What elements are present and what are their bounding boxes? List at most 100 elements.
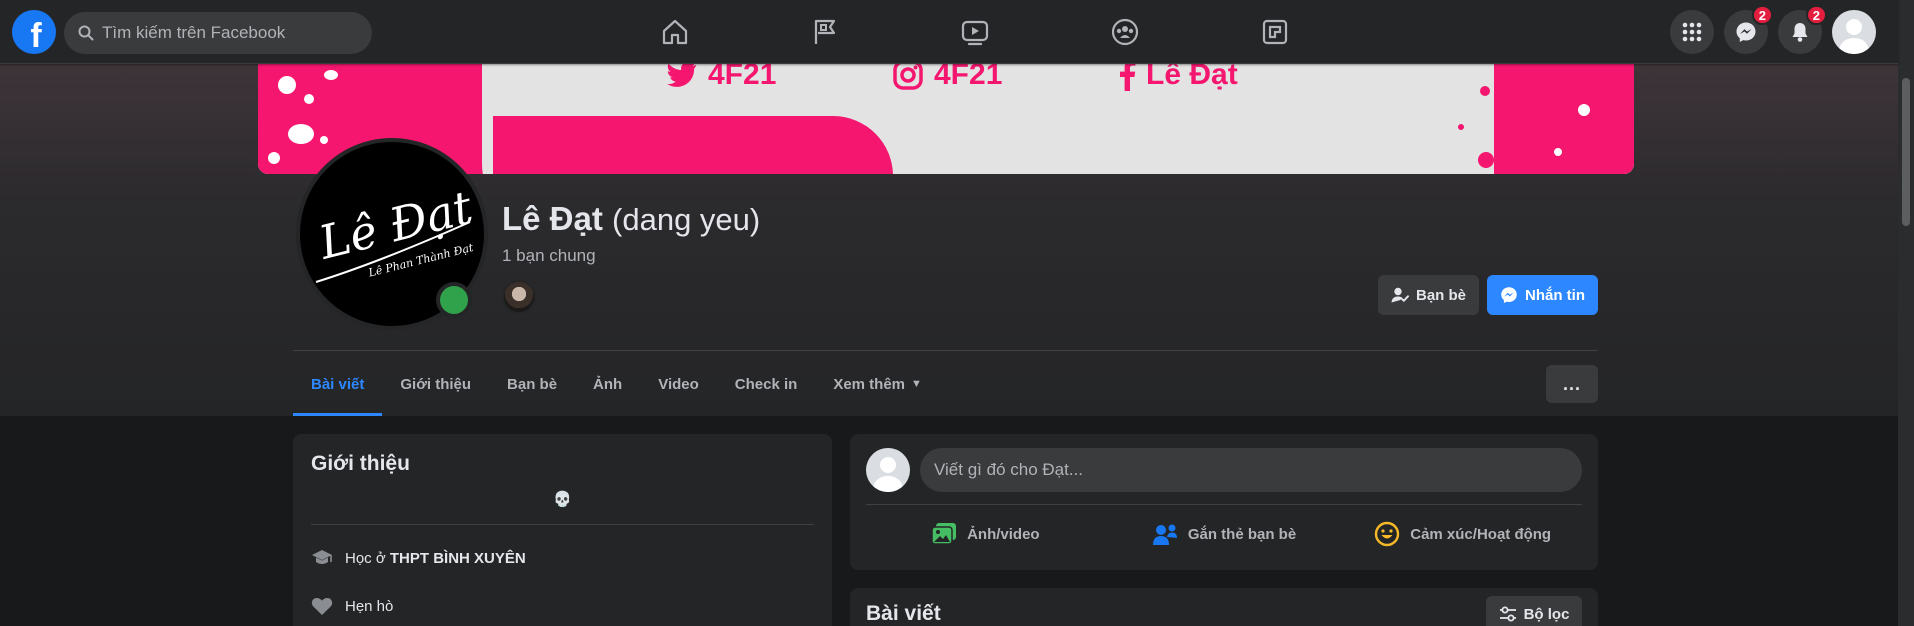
- intro-relationship-row: Hẹn hò: [311, 596, 393, 616]
- notifications-badge: 2: [1805, 5, 1827, 25]
- facebook-f-icon: [1120, 64, 1136, 91]
- intro-card: Giới thiệu 💀 Học ở THPT BÌNH XUYÊN Hẹn h…: [293, 434, 832, 626]
- tab-label: Giới thiệu: [400, 375, 472, 393]
- tab-videos[interactable]: Video: [640, 352, 717, 416]
- cover-pink-right-area: [1494, 64, 1634, 174]
- education-prefix: Học ở: [345, 549, 390, 567]
- composer-input[interactable]: [920, 448, 1582, 492]
- header-divider: [293, 350, 1598, 351]
- cover-instagram-handle: 4F21: [934, 64, 1003, 91]
- tab-label: Ảnh: [593, 375, 623, 393]
- watch-video-icon: [961, 20, 989, 46]
- nav-tab-watch[interactable]: [900, 0, 1050, 64]
- filter-sliders-icon: [1499, 606, 1516, 622]
- posts-title: Bài viết: [866, 602, 941, 625]
- pages-flag-icon: [814, 19, 836, 44]
- cover-pink-blob: [493, 116, 893, 174]
- school-name[interactable]: THPT BÌNH XUYÊN: [390, 550, 526, 567]
- friends-button-label: Bạn bè: [1416, 286, 1467, 304]
- tab-see-more[interactable]: Xem thêm ▼: [815, 352, 940, 416]
- message-button[interactable]: Nhắn tin: [1487, 275, 1598, 315]
- tag-friends-label: Gắn thẻ bạn bè: [1187, 525, 1297, 543]
- facebook-logo[interactable]: f: [12, 10, 56, 55]
- tag-friends-button[interactable]: Gắn thẻ bạn bè: [1105, 512, 1344, 556]
- messenger-icon: [1501, 287, 1517, 304]
- tab-label: Check in: [734, 375, 798, 393]
- account-avatar[interactable]: [1832, 10, 1876, 54]
- search-box[interactable]: [64, 12, 372, 54]
- tab-label: Xem thêm: [833, 375, 906, 393]
- smiley-icon: [1375, 521, 1400, 547]
- nav-tab-groups[interactable]: [1050, 0, 1200, 64]
- gaming-icon: [1262, 19, 1288, 45]
- cover-facebook-name: Lê Đạt: [1146, 64, 1238, 91]
- cover-splat: [278, 76, 296, 94]
- photo-video-button[interactable]: Ảnh/video: [866, 512, 1105, 556]
- nav-tab-gaming[interactable]: [1200, 0, 1350, 64]
- online-status-indicator: [436, 282, 472, 318]
- cover-splat: [1480, 86, 1490, 96]
- feeling-activity-button[interactable]: Cảm xúc/Hoạt động: [1343, 512, 1582, 556]
- cover-photo[interactable]: 4F21 4F21 Lê Đạt: [258, 64, 1634, 174]
- caret-down-icon: ▼: [911, 378, 922, 390]
- tab-label: Video: [658, 375, 699, 393]
- default-user-icon: [872, 457, 904, 492]
- heart-icon: [311, 597, 333, 615]
- intro-bio: 💀: [553, 491, 572, 508]
- graduation-cap-icon: [312, 550, 332, 564]
- posts-card: Bài viết Bộ lọc: [850, 588, 1598, 626]
- mutual-friend-avatar[interactable]: [502, 280, 536, 314]
- tab-about[interactable]: Giới thiệu: [382, 352, 489, 416]
- composer-actions: Ảnh/video Gắn thẻ bạn bè Cảm xúc/Hoạt độ…: [866, 512, 1582, 556]
- intro-divider: [311, 524, 814, 525]
- filter-button[interactable]: Bộ lọc: [1486, 596, 1582, 626]
- cover-splat: [304, 94, 314, 104]
- intro-education-row: Học ở THPT BÌNH XUYÊN: [311, 548, 526, 568]
- instagram-icon: [893, 64, 923, 90]
- scrollbar-thumb[interactable]: [1902, 78, 1910, 226]
- filter-label: Bộ lọc: [1523, 605, 1570, 623]
- menu-button[interactable]: [1670, 10, 1714, 54]
- cover-twitter-handle: 4F21: [708, 64, 777, 91]
- nav-tab-home[interactable]: [600, 0, 750, 64]
- home-icon: [662, 19, 688, 45]
- composer-avatar[interactable]: [866, 448, 910, 492]
- search-icon: [78, 25, 94, 41]
- composer-divider: [866, 504, 1582, 505]
- messenger-button[interactable]: 2: [1724, 5, 1773, 54]
- photo-icon: [931, 523, 957, 545]
- tab-photos[interactable]: Ảnh: [575, 352, 640, 416]
- mutual-friends-link[interactable]: 1 bạn chung: [502, 246, 596, 266]
- messenger-badge: 2: [1751, 5, 1773, 25]
- friend-check-icon: [1391, 287, 1409, 303]
- cover-splat: [1578, 104, 1590, 116]
- more-options-button[interactable]: ...: [1546, 365, 1598, 403]
- notifications-button[interactable]: 2: [1778, 5, 1827, 54]
- tab-label: Bài viết: [311, 375, 365, 393]
- cover-splat: [1458, 124, 1464, 130]
- main-nav-tabs: [600, 0, 1350, 64]
- profile-display-name: Lê Đạt: [502, 200, 603, 237]
- cover-facebook-item: Lê Đạt: [1118, 64, 1238, 92]
- tab-check-ins[interactable]: Check in: [717, 352, 816, 416]
- default-user-icon: [1838, 19, 1870, 54]
- bell-icon: [1792, 23, 1808, 42]
- messenger-icon: [1736, 22, 1756, 42]
- twitter-icon: [667, 64, 696, 87]
- post-composer: Ảnh/video Gắn thẻ bạn bè Cảm xúc/Hoạt độ…: [850, 434, 1598, 570]
- nav-tab-pages[interactable]: [750, 0, 900, 64]
- page-scrollbar[interactable]: [1898, 0, 1914, 626]
- tab-posts[interactable]: Bài viết: [293, 352, 383, 416]
- search-input[interactable]: [102, 23, 352, 43]
- tab-friends[interactable]: Bạn bè: [489, 352, 575, 416]
- friends-button[interactable]: Bạn bè: [1378, 275, 1479, 315]
- nav-right-actions: 2 2: [1670, 5, 1876, 54]
- cover-splat: [1478, 152, 1494, 168]
- cover-splat: [268, 152, 280, 164]
- cover-splat: [320, 136, 328, 144]
- cover-splat: [324, 70, 338, 80]
- groups-icon: [1111, 18, 1139, 46]
- message-button-label: Nhắn tin: [1525, 286, 1585, 304]
- tab-label: Bạn bè: [507, 375, 558, 393]
- intro-title: Giới thiệu: [311, 452, 410, 475]
